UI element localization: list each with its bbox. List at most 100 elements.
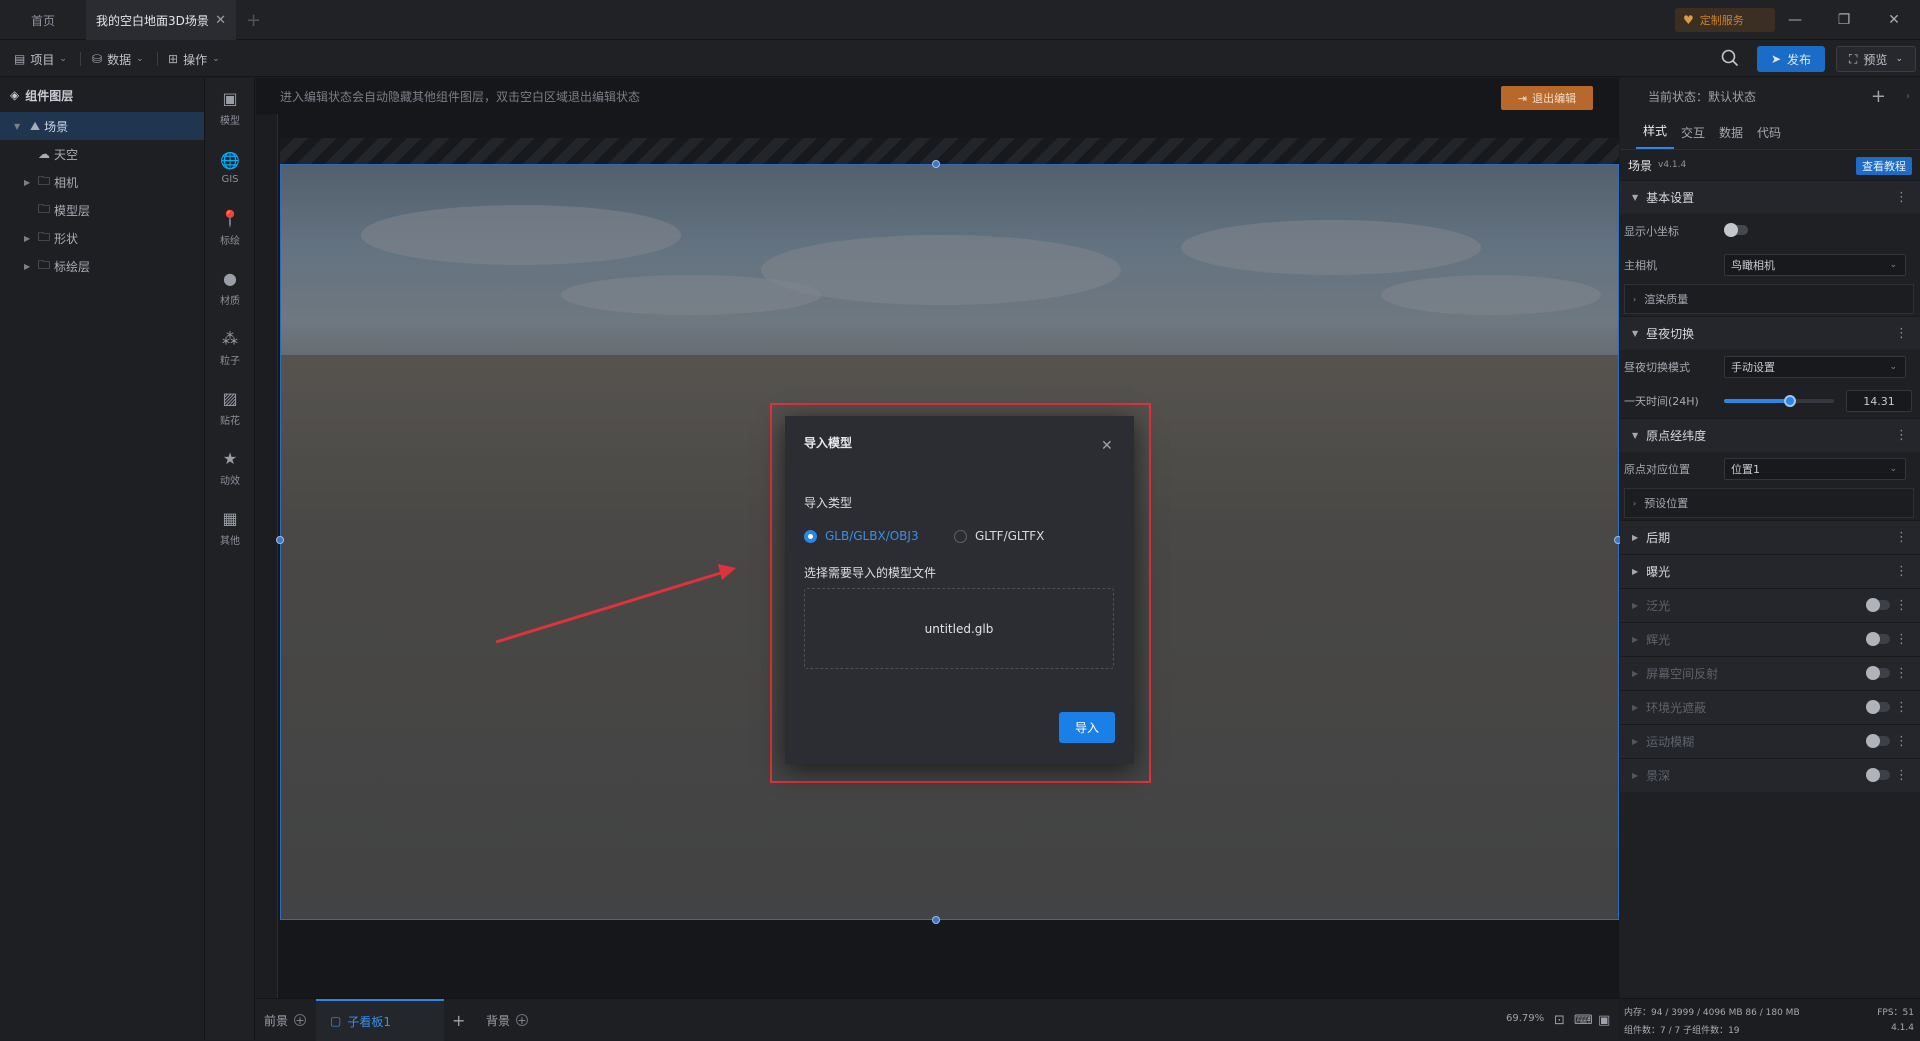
layer-item-plot[interactable]: ▶ 🗀 标绘层 [0, 252, 204, 280]
add-tab-icon[interactable]: + [246, 0, 266, 40]
tool-gis[interactable]: 🌐 GIS [205, 138, 255, 198]
subsection-preset-pos[interactable]: › 预设位置 [1624, 488, 1914, 518]
tutorial-button[interactable]: 查看教程 [1856, 157, 1912, 175]
glare-toggle[interactable] [1866, 631, 1890, 647]
more-icon[interactable]: ⋮ [1895, 700, 1908, 715]
section-ao[interactable]: ▶ 环境光遮蔽 ⋮ [1620, 690, 1920, 724]
import-button[interactable]: 导入 [1059, 712, 1115, 743]
close-icon[interactable]: ✕ [1101, 438, 1113, 454]
tab-data[interactable]: 数据 [1712, 124, 1750, 149]
section-glare[interactable]: ▶ 辉光 ⋮ [1620, 622, 1920, 656]
layer-item-sky[interactable]: ☁ 天空 [0, 140, 204, 168]
section-motion-blur[interactable]: ▶ 运动模糊 ⋮ [1620, 724, 1920, 758]
dof-toggle[interactable] [1866, 767, 1890, 783]
day-time-slider[interactable] [1724, 395, 1834, 407]
more-icon[interactable]: ⋮ [1895, 768, 1908, 783]
file-name: untitled.glb [924, 621, 994, 636]
show-axis-toggle[interactable] [1724, 222, 1748, 238]
more-icon[interactable]: ⋮ [1895, 326, 1908, 341]
origin-pos-select[interactable]: 位置1 ⌄ [1724, 458, 1906, 480]
restore-icon[interactable]: ❐ [1834, 10, 1854, 30]
tool-plot[interactable]: 📍 标绘 [205, 198, 255, 258]
terminal-icon[interactable]: ▣ [1598, 999, 1610, 1041]
tool-decal[interactable]: ▨ 贴花 [205, 378, 255, 438]
motion-blur-toggle[interactable] [1866, 733, 1890, 749]
section-dof[interactable]: ▶ 景深 ⋮ [1620, 758, 1920, 792]
section-post[interactable]: ▶ 后期 ⋮ [1620, 520, 1920, 554]
exit-edit-button[interactable]: ⇥ 退出编辑 [1501, 86, 1593, 110]
tab-code[interactable]: 代码 [1750, 124, 1788, 149]
file-dropzone[interactable]: untitled.glb [804, 588, 1114, 669]
tool-effect[interactable]: ★ 动效 [205, 438, 255, 498]
caret-right-icon[interactable]: ▶ [24, 234, 30, 243]
layer-switch-bar: 前景 + ▢ 子看板1 + 背景 + 69.79% ⊡ ⌨ ▣ [256, 998, 1619, 1041]
bloom-toggle[interactable] [1866, 597, 1890, 613]
section-ssr[interactable]: ▶ 屏幕空间反射 ⋮ [1620, 656, 1920, 690]
add-icon[interactable]: + [516, 1014, 529, 1027]
tab-sub-canvas[interactable]: ▢ 子看板1 [316, 999, 444, 1041]
minimize-icon[interactable]: — [1785, 10, 1805, 30]
search-icon[interactable] [1720, 48, 1744, 72]
main-camera-select[interactable]: 鸟瞰相机 ⌄ [1724, 254, 1906, 276]
resize-handle[interactable] [276, 536, 284, 544]
ao-toggle[interactable] [1866, 699, 1890, 715]
fit-icon[interactable]: ⊡ [1554, 999, 1565, 1041]
layer-item-scene[interactable]: ▼ ⛰ 场景 [0, 112, 204, 140]
tab-foreground[interactable]: 前景 + [264, 999, 307, 1041]
folder-icon: 🗀 [38, 229, 51, 244]
caret-right-icon[interactable]: ▶ [24, 178, 30, 187]
ssr-toggle[interactable] [1866, 665, 1890, 681]
menu-project[interactable]: ▤ 项目 ⌄ [14, 48, 67, 70]
section-day-night[interactable]: ▼ 昼夜切换 ⋮ [1620, 316, 1920, 350]
section-origin[interactable]: ▼ 原点经纬度 ⋮ [1620, 418, 1920, 452]
close-icon[interactable]: ✕ [215, 13, 226, 28]
section-exposure[interactable]: ▶ 曝光 ⋮ [1620, 554, 1920, 588]
more-icon[interactable]: ⋮ [1895, 190, 1908, 205]
folder-icon: 🗀 [38, 257, 51, 272]
add-state-icon[interactable]: + [1871, 86, 1886, 107]
more-icon[interactable]: ⋮ [1895, 530, 1908, 545]
close-window-icon[interactable]: ✕ [1884, 10, 1904, 30]
more-icon[interactable]: ⋮ [1895, 564, 1908, 579]
layer-item-shape[interactable]: ▶ 🗀 形状 [0, 224, 204, 252]
tool-material[interactable]: ● 材质 [205, 258, 255, 318]
caret-right-icon[interactable]: ▶ [24, 262, 30, 271]
day-night-mode-select[interactable]: 手动设置 ⌄ [1724, 356, 1906, 378]
chevron-right-icon[interactable]: › [1906, 91, 1910, 102]
section-basic-settings[interactable]: ▼ 基本设置 ⋮ [1620, 180, 1920, 214]
tab-interaction[interactable]: 交互 [1674, 124, 1712, 149]
layer-item-model[interactable]: 🗀 模型层 [0, 196, 204, 224]
add-icon[interactable]: + [294, 1014, 307, 1027]
tab-scene[interactable]: 我的空白地面3D场景 ✕ [86, 0, 236, 40]
tab-background[interactable]: 背景 + [486, 999, 529, 1041]
chevron-down-icon: ⌄ [1889, 464, 1897, 474]
resize-handle[interactable] [932, 160, 940, 168]
day-time-input[interactable]: 14.31 [1846, 390, 1912, 412]
canvas-safe-area [280, 138, 1619, 164]
more-icon[interactable]: ⋮ [1895, 632, 1908, 647]
tool-particle[interactable]: ⁂ 粒子 [205, 318, 255, 378]
subsection-render-quality[interactable]: › 渲染质量 [1624, 284, 1914, 314]
preview-button[interactable]: ⛶ 预览 ⌄ [1836, 46, 1916, 72]
tool-model[interactable]: ▣ 模型 [205, 78, 255, 138]
more-icon[interactable]: ⋮ [1895, 428, 1908, 443]
more-icon[interactable]: ⋮ [1895, 734, 1908, 749]
tab-home[interactable]: 首页 [0, 0, 86, 40]
tool-other[interactable]: ▦ 其他 [205, 498, 255, 558]
section-bloom[interactable]: ▶ 泛光 ⋮ [1620, 588, 1920, 622]
layer-item-camera[interactable]: ▶ 🗀 相机 [0, 168, 204, 196]
add-sub-canvas-icon[interactable]: + [452, 999, 465, 1041]
keyboard-icon[interactable]: ⌨ [1574, 999, 1593, 1041]
menu-data[interactable]: ⛁ 数据 ⌄ [92, 48, 144, 70]
radio-gltf[interactable]: GLTF/GLTFX [954, 529, 1044, 543]
resize-handle[interactable] [932, 916, 940, 924]
more-icon[interactable]: ⋮ [1895, 666, 1908, 681]
caret-right-icon: › [1633, 498, 1637, 508]
publish-button[interactable]: ➤ 发布 [1757, 46, 1825, 72]
slider-knob[interactable] [1784, 395, 1796, 407]
tab-style[interactable]: 样式 [1636, 122, 1675, 149]
custom-service-button[interactable]: ♥ 定制服务 [1675, 8, 1775, 32]
more-icon[interactable]: ⋮ [1895, 598, 1908, 613]
radio-glb[interactable]: GLB/GLBX/OBJ3 [804, 529, 919, 543]
menu-operation[interactable]: ⊞ 操作 ⌄ [168, 48, 220, 70]
